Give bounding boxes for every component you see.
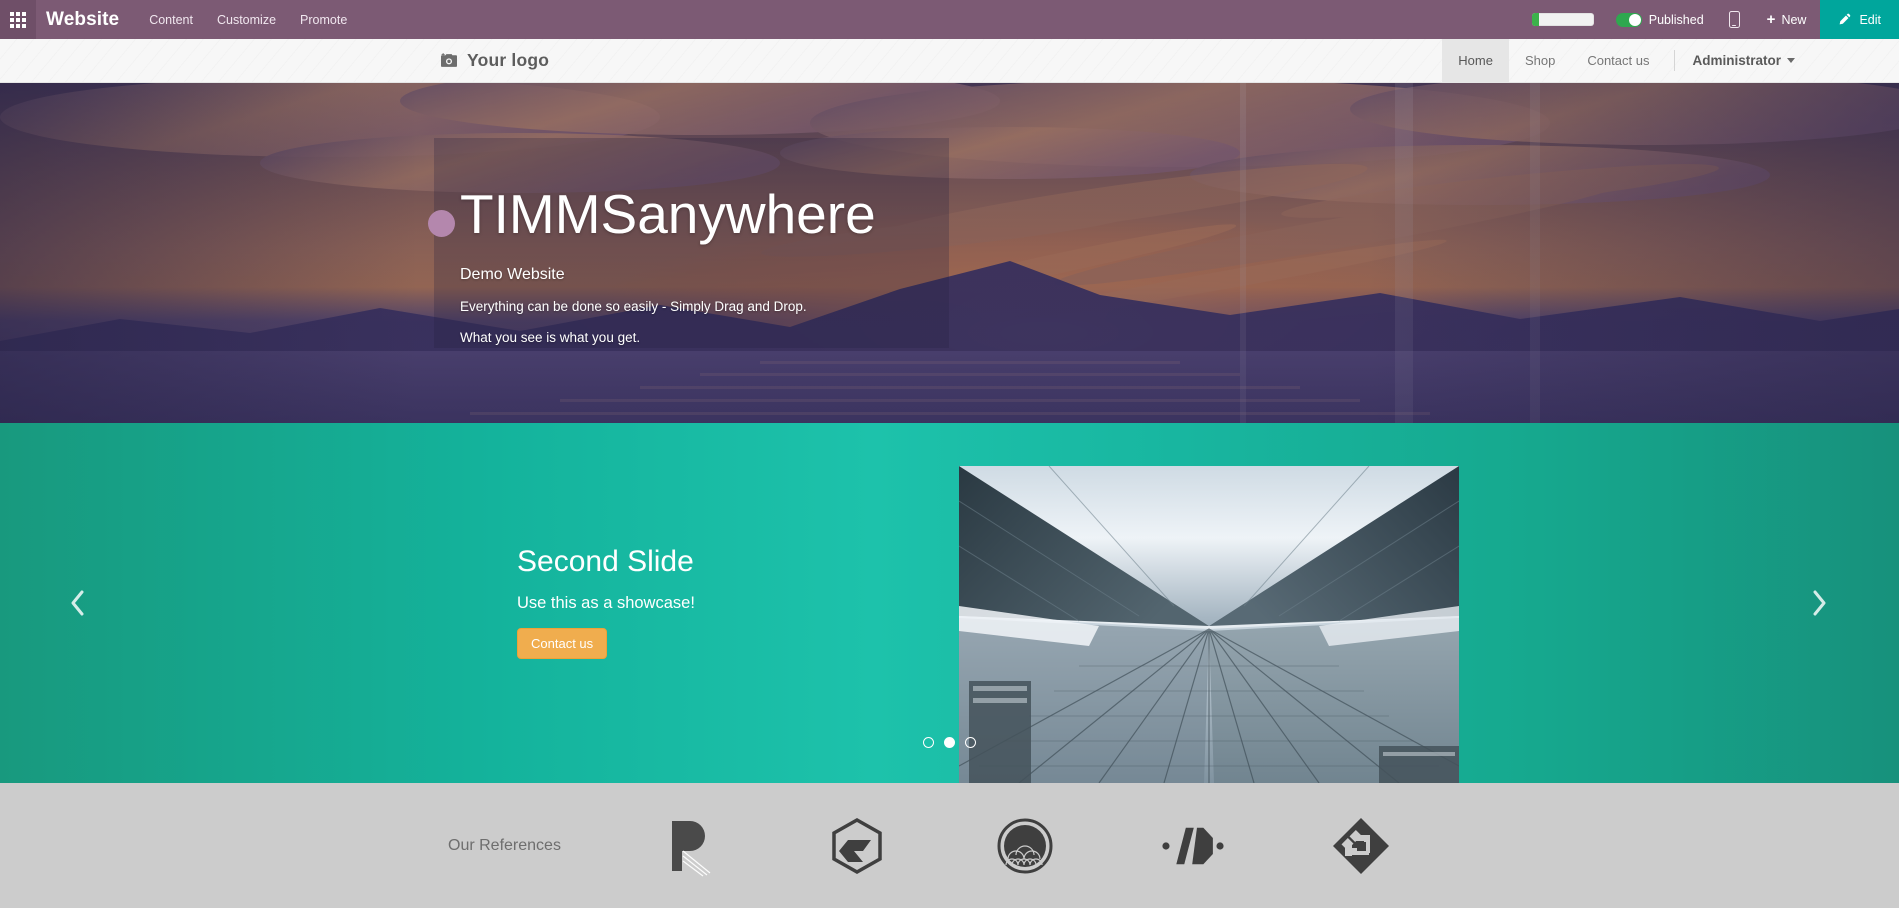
- slide-photo: [959, 466, 1459, 783]
- new-button-label: New: [1781, 12, 1807, 27]
- references-label: Our References: [448, 836, 561, 854]
- logo-diamond-maze[interactable]: [1330, 815, 1392, 877]
- toggle-switch-icon: [1615, 12, 1642, 27]
- header-spacer: [549, 39, 1442, 82]
- new-button[interactable]: + New: [1753, 0, 1821, 39]
- carousel-indicator-1[interactable]: [923, 737, 934, 748]
- apps-menu-button[interactable]: [0, 0, 36, 39]
- nav-item-home[interactable]: Home: [1442, 39, 1509, 82]
- slide-subtitle: Use this as a showcase!: [517, 594, 695, 612]
- logo-hexagon-dots[interactable]: [1162, 815, 1224, 877]
- carousel-next-button[interactable]: [1798, 581, 1842, 625]
- user-menu-label: Administrator: [1692, 53, 1781, 68]
- chevron-left-icon: [71, 590, 84, 616]
- logo-r-mark[interactable]: [658, 815, 720, 877]
- nav-item-contact-us[interactable]: Contact us: [1571, 39, 1665, 82]
- carousel-section: [0, 423, 1899, 783]
- odoo-top-bar: Website Content Customize Promote Publis…: [0, 0, 1899, 39]
- nav-divider: [1674, 50, 1676, 71]
- carousel-indicator-3[interactable]: [965, 737, 976, 748]
- apps-grid-icon: [10, 11, 26, 28]
- mobile-phone-icon: [1728, 11, 1740, 28]
- slide-title: Second Slide: [517, 545, 694, 578]
- website-header: Your logo Home Shop Contact us Administr…: [0, 39, 1899, 83]
- carousel-indicators: [0, 737, 1899, 748]
- site-logo-label: Your logo: [467, 50, 550, 70]
- carousel-slide-content: Second Slide Use this as a showcase! Con…: [517, 545, 695, 659]
- user-menu[interactable]: Administrator: [1684, 39, 1803, 82]
- plus-icon: +: [1766, 11, 1776, 28]
- hero-title: TIMMSanywhere: [460, 183, 876, 245]
- edit-button[interactable]: Edit: [1820, 0, 1899, 39]
- topbar-menu-content[interactable]: Content: [137, 0, 205, 39]
- topbar-menu-list: Content Customize Promote: [137, 0, 359, 39]
- slide-cta-button[interactable]: Contact us: [517, 628, 608, 659]
- chevron-down-icon: [1787, 58, 1795, 63]
- app-name-website[interactable]: Website: [36, 0, 137, 39]
- toggle-knob: [1628, 13, 1641, 26]
- topbar-right-group: Published + New Edit: [1522, 0, 1899, 39]
- carousel-indicator-2[interactable]: [944, 737, 955, 748]
- site-navigation: Home Shop Contact us Administrator: [1442, 39, 1803, 82]
- mobile-preview-button[interactable]: [1716, 0, 1753, 39]
- logo-circle-waves[interactable]: [994, 815, 1056, 877]
- topbar-menu-customize[interactable]: Customize: [205, 0, 288, 39]
- hero-bullet-icon: [428, 210, 455, 237]
- publish-status-label: Published: [1648, 12, 1704, 27]
- seo-progress-indicator[interactable]: [1522, 0, 1604, 39]
- references-logo-list: [658, 815, 1392, 877]
- hero-section: TIMMSanywhere Demo Website Everything ca…: [0, 83, 1899, 423]
- hero-line-1: Everything can be done so easily - Simpl…: [460, 298, 807, 314]
- pencil-icon: [1840, 13, 1851, 25]
- publish-toggle[interactable]: Published: [1604, 0, 1716, 39]
- progress-bar-icon: [1531, 13, 1594, 26]
- chevron-right-icon: [1813, 590, 1826, 616]
- topbar-menu-promote[interactable]: Promote: [288, 0, 359, 39]
- nav-item-shop[interactable]: Shop: [1509, 39, 1571, 82]
- add-photo-icon: [441, 52, 457, 67]
- site-logo[interactable]: Your logo: [440, 39, 549, 82]
- hero-line-2: What you see is what you get.: [460, 329, 641, 345]
- references-section: Our References: [0, 783, 1899, 908]
- hero-content: TIMMSanywhere Demo Website Everything ca…: [428, 138, 980, 345]
- hero-subtitle: Demo Website: [460, 265, 565, 283]
- logo-hexagon-outline[interactable]: [826, 815, 888, 877]
- progress-bar-fill: [1531, 13, 1539, 26]
- edit-button-label: Edit: [1859, 12, 1881, 27]
- carousel-prev-button[interactable]: [55, 581, 99, 625]
